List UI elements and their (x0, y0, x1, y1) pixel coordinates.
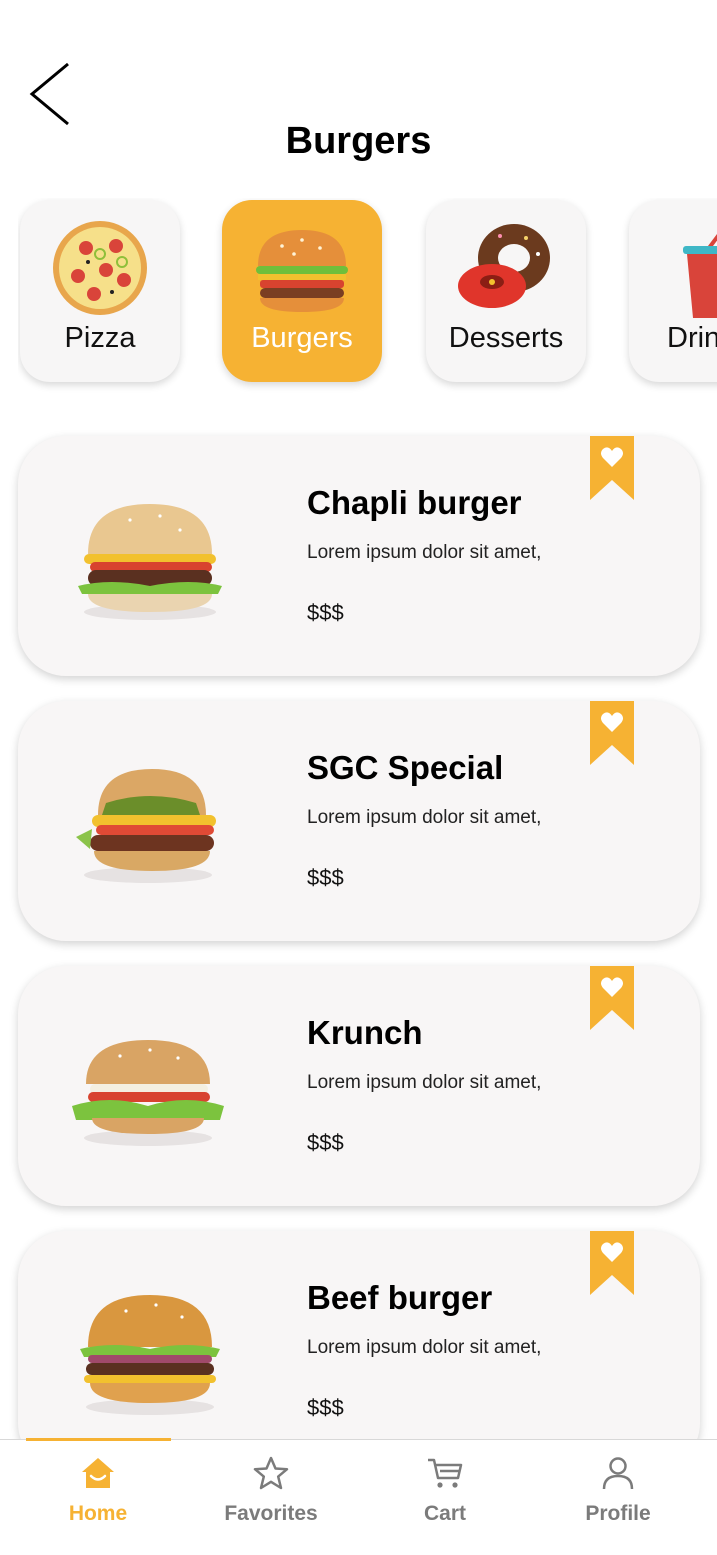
donut-icon (458, 224, 550, 308)
menu-item-card[interactable]: Beef burger Lorem ipsum dolor sit amet, … (18, 1231, 700, 1471)
item-name: Krunch (307, 1014, 423, 1051)
burger-image (80, 1295, 220, 1415)
category-label: Pizza (64, 322, 136, 354)
item-description: Lorem ipsum dolor sit amet, (307, 542, 542, 563)
favorite-bookmark-icon[interactable] (590, 436, 634, 502)
nav-cart[interactable]: Cart (375, 1440, 515, 1555)
item-name: SGC Special (307, 749, 504, 786)
menu-item-card[interactable]: SGC Special Lorem ipsum dolor sit amet, … (18, 701, 700, 941)
burger-image (76, 769, 216, 883)
pizza-icon (53, 221, 147, 315)
category-label: Desserts (448, 322, 564, 354)
category-label: Burgers (251, 322, 353, 354)
item-price: $$$ (307, 1130, 344, 1155)
burger-image (78, 504, 222, 620)
home-icon (82, 1458, 114, 1488)
category-pizza[interactable]: Pizza (20, 200, 180, 382)
item-price: $$$ (307, 600, 344, 625)
nav-home[interactable]: Home (28, 1440, 168, 1555)
favorite-bookmark-icon[interactable] (590, 966, 634, 1032)
burger-image (72, 1040, 224, 1146)
burger-icon (256, 230, 348, 312)
item-description: Lorem ipsum dolor sit amet, (307, 1072, 542, 1093)
category-label: Drinks (667, 322, 717, 354)
page-title: Burgers (285, 120, 432, 162)
nav-label: Favorites (224, 1502, 318, 1525)
nav-profile[interactable]: Profile (548, 1440, 688, 1555)
star-icon (253, 1456, 289, 1490)
nav-label: Profile (585, 1502, 651, 1525)
menu-item-card[interactable]: Chapli burger Lorem ipsum dolor sit amet… (18, 436, 700, 676)
nav-label: Cart (423, 1502, 466, 1525)
category-burgers[interactable]: Burgers (222, 200, 382, 382)
category-strip[interactable]: Pizza Burgers Desserts Drin (18, 198, 717, 398)
item-price: $$$ (307, 865, 344, 890)
favorite-bookmark-icon[interactable] (590, 701, 634, 767)
item-description: Lorem ipsum dolor sit amet, (307, 807, 542, 828)
category-desserts[interactable]: Desserts (426, 200, 586, 382)
cart-icon (428, 1458, 463, 1488)
profile-icon (602, 1457, 634, 1490)
favorite-bookmark-icon[interactable] (590, 1231, 634, 1297)
category-drinks[interactable]: Drinks (629, 200, 717, 382)
nav-label: Home (68, 1502, 128, 1525)
drink-icon (683, 234, 717, 318)
bottom-navigation: Home Favorites Cart Profile (0, 1438, 717, 1555)
menu-item-card[interactable]: Krunch Lorem ipsum dolor sit amet, $$$ (18, 966, 700, 1206)
item-name: Chapli burger (307, 484, 522, 521)
item-description: Lorem ipsum dolor sit amet, (307, 1337, 542, 1358)
item-name: Beef burger (307, 1279, 493, 1316)
item-price: $$$ (307, 1395, 344, 1420)
nav-favorites[interactable]: Favorites (201, 1440, 341, 1555)
